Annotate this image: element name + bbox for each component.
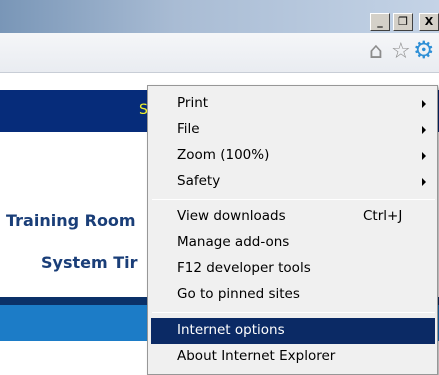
menu-item-go-to-pinned-sites[interactable]: Go to pinned sites: [151, 282, 435, 308]
menu-item-manage-addons[interactable]: Manage add-ons: [151, 230, 435, 256]
maximize-button[interactable]: ❐: [393, 13, 413, 31]
menu-item-label: Print: [177, 95, 209, 111]
menu-item-internet-options[interactable]: Internet options: [151, 318, 435, 344]
menu-item-safety[interactable]: Safety: [151, 169, 435, 195]
menu-item-label: Internet options: [177, 322, 285, 338]
page-heading-system-time: System Tir: [41, 253, 138, 272]
menu-item-print[interactable]: Print: [151, 91, 435, 117]
tools-gear-icon[interactable]: ⚙: [413, 38, 435, 62]
page-heading-training-room: Training Room: [6, 211, 136, 230]
menu-item-label: File: [177, 121, 200, 137]
tools-dropdown-menu: Print File Zoom (100%) Safety View downl…: [147, 85, 438, 375]
submenu-arrow-icon: [422, 152, 426, 160]
menu-item-shortcut: Ctrl+J: [363, 208, 403, 224]
menu-separator: [152, 312, 435, 313]
menu-item-label: Safety: [177, 173, 221, 189]
menu-item-label: Manage add-ons: [177, 234, 290, 250]
menu-item-view-downloads[interactable]: View downloads Ctrl+J: [151, 204, 435, 230]
menu-item-zoom[interactable]: Zoom (100%): [151, 143, 435, 169]
favorites-star-icon[interactable]: ☆: [391, 41, 411, 63]
menu-item-label: Go to pinned sites: [177, 286, 300, 302]
minimize-button[interactable]: _: [370, 13, 390, 31]
submenu-arrow-icon: [422, 100, 426, 108]
browser-toolbar: ⌂ ☆ ⚙: [0, 33, 439, 73]
menu-item-label: About Internet Explorer: [177, 348, 336, 364]
menu-item-file[interactable]: File: [151, 117, 435, 143]
submenu-arrow-icon: [422, 126, 426, 134]
window-title-bar: _ ❐ X: [0, 0, 439, 33]
close-button[interactable]: X: [419, 13, 439, 31]
menu-item-label: F12 developer tools: [177, 260, 311, 276]
menu-item-label: View downloads: [177, 208, 286, 224]
menu-item-about-internet-explorer[interactable]: About Internet Explorer: [151, 344, 435, 370]
menu-item-f12-developer-tools[interactable]: F12 developer tools: [151, 256, 435, 282]
submenu-arrow-icon: [422, 178, 426, 186]
menu-item-label: Zoom (100%): [177, 147, 270, 163]
home-icon[interactable]: ⌂: [369, 41, 383, 63]
menu-separator: [152, 199, 435, 200]
